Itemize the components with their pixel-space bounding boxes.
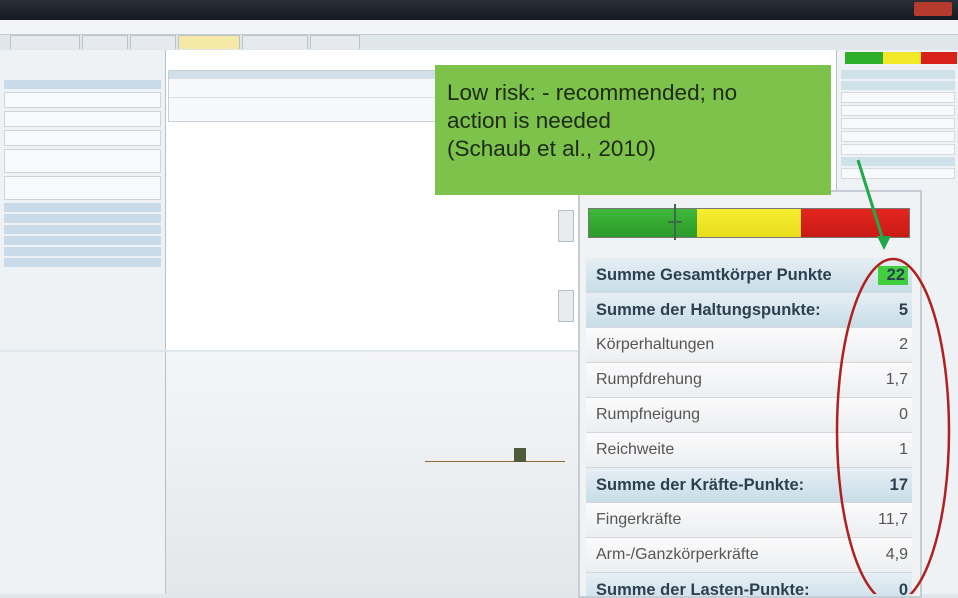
score-row: Arm-/Ganzkörperkräfte 4,9 [586, 538, 912, 573]
score-row-label: Rumpfdrehung [596, 371, 702, 389]
object-icon[interactable] [514, 448, 526, 462]
splitter-handle[interactable] [558, 210, 574, 242]
menu-bar [0, 20, 958, 35]
param-row[interactable] [4, 176, 161, 200]
tool-panel [0, 352, 166, 594]
tab-6[interactable] [310, 35, 360, 49]
score-row: Fingerkräfte 11,7 [586, 503, 912, 538]
score-row: Summe Gesamtkörper Punkte 22 [586, 258, 912, 293]
score-row-value: 2 [884, 336, 908, 354]
score-row: Körperhaltungen 2 [586, 328, 912, 363]
callout-line-2: action is needed [447, 107, 827, 135]
score-row-value: 11,7 [878, 511, 908, 529]
score-row-value: 17 [884, 476, 908, 495]
section-header[interactable] [4, 203, 161, 212]
tab-active[interactable] [178, 35, 240, 49]
score-table: Summe Gesamtkörper Punkte 22 Summe der Hal… [586, 258, 912, 598]
score-row-value: 5 [884, 301, 908, 320]
param-row[interactable] [4, 111, 161, 127]
section-header[interactable] [4, 214, 161, 223]
score-row: Summe der Lasten-Punkte: 0 [586, 573, 912, 598]
score-row-label: Summe der Kräfte-Punkte: [596, 476, 804, 495]
section-header[interactable] [4, 236, 161, 245]
score-row-value: 1 [884, 441, 908, 459]
score-row-label: Rumpfneigung [596, 406, 700, 424]
tab-1[interactable] [10, 35, 80, 49]
score-row: Summe der Haltungspunkte: 5 [586, 293, 912, 328]
risk-scale-bar [588, 208, 910, 238]
mini-risk-bar [845, 52, 957, 64]
score-row-value: 22 [878, 266, 908, 285]
tab-5[interactable] [242, 35, 308, 49]
risk-marker-icon [668, 204, 682, 240]
close-window-button[interactable] [914, 2, 952, 16]
score-row-label: Summe der Haltungspunkte: [596, 301, 821, 320]
section-header[interactable] [4, 225, 161, 234]
title-bar [0, 0, 958, 20]
score-row-value: 0 [884, 406, 908, 424]
splitter-handle[interactable] [558, 290, 574, 322]
callout-line-1: Low risk: - recommended; no [447, 79, 827, 107]
section-header[interactable] [4, 258, 161, 267]
param-row[interactable] [4, 149, 161, 173]
score-row-label: Arm-/Ganzkörperkräfte [596, 546, 759, 564]
callout-line-3: (Schaub et al., 2010) [447, 135, 827, 163]
score-summary-panel: Summe Gesamtkörper Punkte 22 Summe der Hal… [578, 190, 922, 598]
score-row: Reichweite 1 [586, 433, 912, 468]
floor-line [425, 461, 565, 462]
tab-3[interactable] [130, 35, 176, 49]
param-row[interactable] [4, 130, 161, 146]
score-row-label: Körperhaltungen [596, 336, 714, 354]
section-header[interactable] [4, 247, 161, 256]
score-row-label: Fingerkräfte [596, 511, 681, 529]
param-row[interactable] [4, 92, 161, 108]
section-header[interactable] [4, 80, 161, 89]
risk-high-segment [801, 209, 909, 237]
score-row-value: 0 [884, 581, 908, 598]
score-row-label: Reichweite [596, 441, 674, 459]
risk-callout: Low risk: - recommended; no action is ne… [435, 65, 831, 195]
tab-strip [0, 35, 958, 49]
score-row: Rumpfdrehung 1,7 [586, 363, 912, 398]
risk-medium-segment [697, 209, 801, 237]
score-row-label: Summe Gesamtkörper Punkte [596, 266, 832, 285]
score-row-label: Summe der Lasten-Punkte: [596, 581, 810, 598]
tab-2[interactable] [82, 35, 128, 49]
score-row: Summe der Kräfte-Punkte: 17 [586, 468, 912, 503]
score-row-value: 4,9 [884, 546, 908, 564]
score-row-value: 1,7 [884, 371, 908, 389]
left-parameter-panel [0, 50, 166, 350]
score-row: Rumpfneigung 0 [586, 398, 912, 433]
